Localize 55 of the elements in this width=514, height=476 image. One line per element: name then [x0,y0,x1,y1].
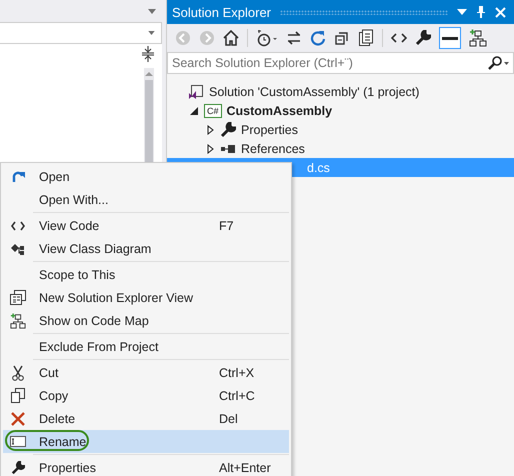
menu-item[interactable]: Cut Ctrl+X [3,361,289,384]
tree-item[interactable]: References [167,139,514,158]
menu-item[interactable]: New Solution Explorer View [3,286,289,309]
dropdown-icon[interactable] [457,9,467,15]
menu-item[interactable]: View Class Diagram [3,237,289,260]
tree-item-label: d.cs [307,160,330,174]
close-icon[interactable] [495,6,506,18]
search-icon[interactable] [488,56,510,70]
menu-item[interactable]: Show on Code Map [3,309,289,332]
sync-icon[interactable] [286,30,302,46]
menu-item[interactable]: Exclude From Project [3,335,289,358]
dropdown-icon [148,31,155,35]
pin-icon[interactable] [476,6,486,18]
tree-item[interactable]: Properties [167,120,514,139]
splitter-icon[interactable] [142,46,154,62]
references-icon [220,144,236,154]
redo-arrow-icon [11,170,25,183]
code-icon[interactable] [391,32,407,44]
scissors-icon [12,364,24,380]
files-icon[interactable] [358,29,374,47]
menu-item[interactable]: Properties Alt+Enter [3,456,289,476]
preview-toggle-icon[interactable] [439,27,461,49]
copy-icon [11,388,25,403]
code-map-icon[interactable] [469,29,487,47]
collapse-all-icon[interactable] [334,30,350,46]
solution-icon [188,84,204,100]
tree-item-label: CustomAssembly [226,104,332,118]
wrench-icon [11,460,25,474]
menu-item[interactable]: Copy Ctrl+C [3,384,289,407]
windows-icon [10,290,26,305]
search-field[interactable]: Search Solution Explorer (Ctrl+¨) [167,52,514,74]
refresh-icon[interactable] [310,30,326,46]
class-diagram-icon [10,242,26,254]
wrench-icon [220,122,236,138]
delete-icon [11,412,25,426]
menu-item[interactable]: Open With... [3,188,289,211]
menu-item[interactable]: Rename [3,430,289,453]
project-badge: C# [204,104,222,118]
tree-item-label: References [241,142,305,156]
rename-icon [10,436,26,447]
menu-item[interactable]: Delete Del [3,407,289,430]
tree-item-label: Properties [241,122,298,136]
menu-item[interactable]: Scope to This [3,263,289,286]
tree-item[interactable]: Solution 'CustomAssembly' (1 project) [167,82,514,101]
tree-item[interactable]: C# CustomAssembly [167,101,514,120]
code-map-icon [10,312,26,328]
dropdown-icon[interactable] [148,8,156,14]
expanded-arrow-icon[interactable] [190,106,198,114]
menu-item[interactable]: View Code F7 [3,214,289,237]
panel-title: Solution Explorer [172,4,271,20]
history-icon[interactable] [256,29,278,47]
code-icon [11,220,25,230]
wrench-icon[interactable] [415,30,431,46]
tree-item-label: Solution 'CustomAssembly' (1 project) [209,84,420,98]
home-icon[interactable] [223,30,239,46]
